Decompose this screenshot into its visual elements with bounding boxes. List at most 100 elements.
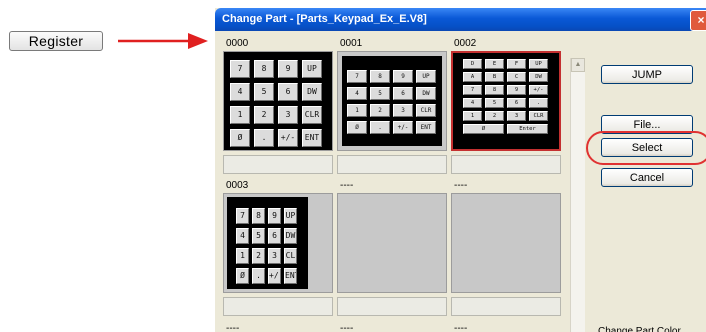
keypad-key: . [254, 129, 274, 147]
keypad-key: 5 [485, 98, 504, 108]
keypad-key: Ø [463, 124, 504, 134]
keypad-key: +/- [529, 85, 548, 95]
keypad-key: 7 [463, 85, 482, 95]
keypad-key: 5 [254, 83, 274, 101]
keypad-key: . [252, 268, 265, 284]
part-number-label: ---- [226, 323, 240, 332]
keypad-key: 8 [370, 70, 390, 83]
part-thumbnail-cell-0003[interactable]: 789UP 456DW 123CL Ø.+/-ENT [223, 193, 333, 293]
vertical-scrollbar[interactable]: ▲ [570, 58, 585, 332]
title-bar[interactable]: Change Part - [Parts_Keypad_Ex_E.V8] × [215, 8, 706, 31]
keypad-key: . [370, 121, 390, 134]
select-highlight-ring [586, 131, 706, 165]
part-number-label: 0003 [226, 180, 249, 191]
keypad-key: 2 [252, 248, 265, 264]
keypad-key: E [485, 59, 504, 69]
scroll-up-arrow-icon[interactable]: ▲ [571, 58, 585, 72]
keypad-key: 8 [254, 60, 274, 78]
keypad-background: 7 8 9 UP 4 5 6 DW 1 2 3 CLR Ø. +/- ENT [224, 52, 332, 150]
keypad-key: 4 [236, 228, 249, 244]
keypad-key: 9 [278, 60, 298, 78]
dialog-body: ▲ JUMP File... Select Cancel Change Part… [220, 31, 706, 332]
keypad-key: 1 [230, 106, 250, 124]
red-arrow-icon [118, 33, 208, 49]
part-number-label: 0002 [454, 38, 477, 49]
change-part-window: Change Part - [Parts_Keypad_Ex_E.V8] × ▲… [215, 8, 706, 332]
part-thumbnail-cell-----[interactable] [451, 193, 561, 293]
keypad-key: CLR [529, 111, 548, 121]
keypad-key: 2 [370, 104, 390, 117]
part-thumbnail-cell-----[interactable] [337, 193, 447, 293]
part-name-field[interactable] [337, 297, 447, 316]
part-number-label: 0000 [226, 38, 249, 49]
keypad-key: 1 [347, 104, 367, 117]
keypad-key: DW [302, 83, 322, 101]
keypad-key: 7 [347, 70, 367, 83]
keypad-key: +/- [268, 268, 281, 284]
keypad-key: 9 [268, 208, 281, 224]
keypad-key: 3 [507, 111, 526, 121]
keypad-key: UP [302, 60, 322, 78]
keypad-key: 1 [236, 248, 249, 264]
part-name-field[interactable] [223, 155, 333, 174]
keypad-key: 4 [230, 83, 250, 101]
part-number-label: 0001 [340, 38, 363, 49]
keypad-key: A [463, 72, 482, 82]
part-name-field[interactable] [451, 155, 561, 174]
register-button[interactable]: Register [9, 31, 103, 51]
part-name-field[interactable] [337, 155, 447, 174]
keypad-key: ENT [284, 268, 297, 284]
keypad-key: F [507, 59, 526, 69]
keypad-key: UP [529, 59, 548, 69]
jump-button[interactable]: JUMP [601, 65, 693, 84]
close-icon[interactable]: × [690, 10, 706, 31]
keypad-key: 8 [252, 208, 265, 224]
window-title: Change Part - [Parts_Keypad_Ex_E.V8] [222, 13, 427, 25]
part-number-label: ---- [340, 180, 354, 191]
keypad-key: 6 [278, 83, 298, 101]
keypad-key: 7 [236, 208, 249, 224]
keypad-key: CL [284, 248, 297, 264]
keypad-key: 2 [485, 111, 504, 121]
keypad-key: 3 [278, 106, 298, 124]
part-thumbnail-cell-0000[interactable]: 7 8 9 UP 4 5 6 DW 1 2 3 CLR Ø. +/- ENT [223, 51, 333, 151]
keypad-key: ENT [416, 121, 436, 134]
part-number-label: ---- [454, 180, 468, 191]
keypad-key: Enter [507, 124, 548, 134]
keypad-background: 7 8 9 UP 4 5 6 DW 1 2 3 CLR Ø. +/- ENT [342, 56, 442, 146]
keypad-key: UP [416, 70, 436, 83]
keypad-key: 4 [347, 87, 367, 100]
keypad-key: 6 [507, 98, 526, 108]
keypad-key: 7 [230, 60, 250, 78]
keypad-key: 6 [393, 87, 413, 100]
keypad-key: 3 [268, 248, 281, 264]
keypad-key: +/- [278, 129, 298, 147]
keypad-key: DW [284, 228, 297, 244]
keypad-background: D E F UP A B C DW 7 8 9 +/- 4 5 6. 1 2 3 CLR Ø Enter [453, 53, 559, 149]
keypad-key: 9 [393, 70, 413, 83]
part-thumbnail-cell-0001[interactable]: 7 8 9 UP 4 5 6 DW 1 2 3 CLR Ø. +/- ENT [337, 51, 447, 151]
keypad-key: ENT [302, 129, 322, 147]
keypad-key: 1 [463, 111, 482, 121]
part-thumbnail-cell-0002[interactable]: D E F UP A B C DW 7 8 9 +/- 4 5 6. 1 2 3 CLR Ø Enter [451, 51, 561, 151]
part-number-label: ---- [454, 323, 468, 332]
keypad-key: 9 [507, 85, 526, 95]
keypad-key: Ø [347, 121, 367, 134]
keypad-key: . [529, 98, 548, 108]
keypad-key: 3 [393, 104, 413, 117]
keypad-key: Ø [236, 268, 249, 284]
keypad-key: UP [284, 208, 297, 224]
keypad-background: 789UP 456DW 123CL Ø.+/-ENT [227, 197, 308, 289]
keypad-key: Ø [230, 129, 250, 147]
part-name-field[interactable] [451, 297, 561, 316]
keypad-key: B [485, 72, 504, 82]
keypad-key: 8 [485, 85, 504, 95]
keypad-key: DW [416, 87, 436, 100]
keypad-key: CLR [416, 104, 436, 117]
part-name-field[interactable] [223, 297, 333, 316]
keypad-key: D [463, 59, 482, 69]
keypad-key: +/- [393, 121, 413, 134]
cancel-button[interactable]: Cancel [601, 168, 693, 187]
keypad-key: CLR [302, 106, 322, 124]
keypad-key: DW [529, 72, 548, 82]
